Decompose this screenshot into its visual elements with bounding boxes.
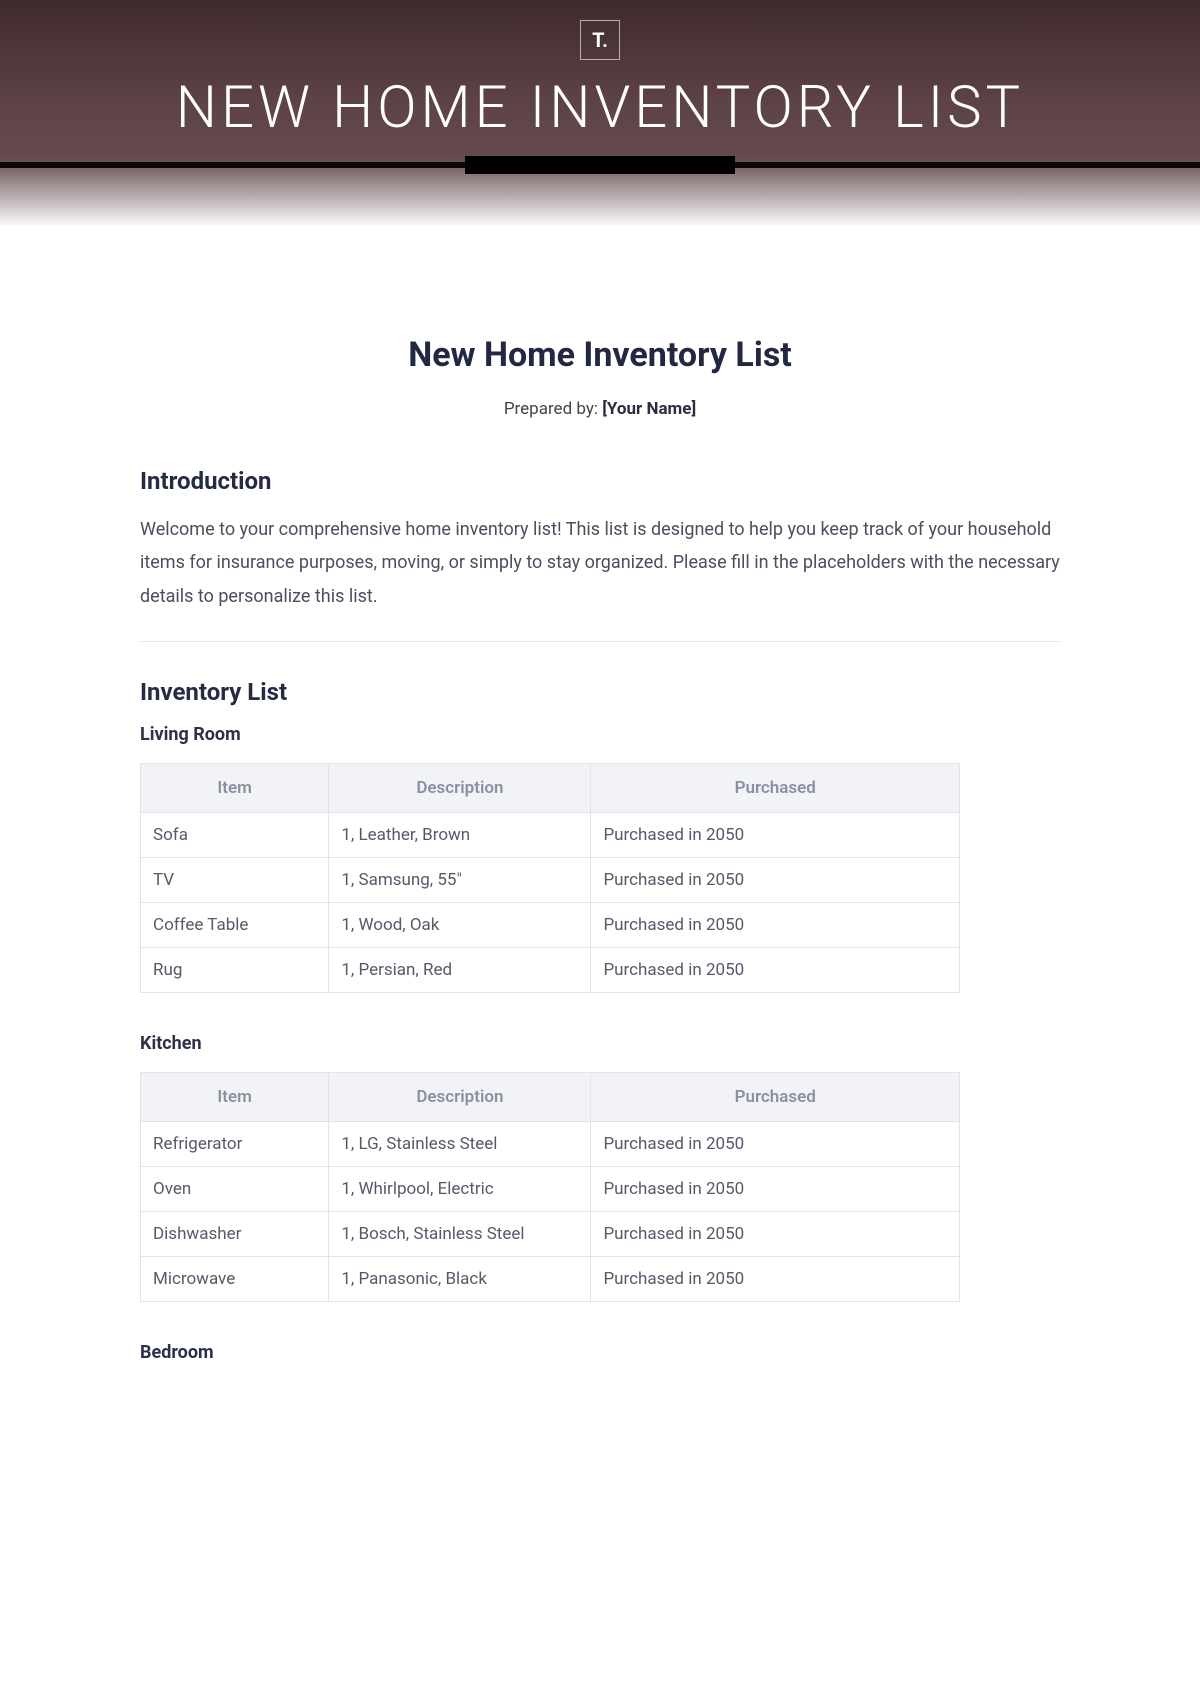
table-cell: Purchased in 2050 xyxy=(591,1166,960,1211)
table-row: TV1, Samsung, 55"Purchased in 2050 xyxy=(141,857,960,902)
table-cell: Sofa xyxy=(141,812,329,857)
introduction-heading: Introduction xyxy=(140,467,1060,495)
prepared-by-prefix: Prepared by: xyxy=(504,399,602,419)
introduction-body: Welcome to your comprehensive home inven… xyxy=(140,513,1060,613)
table-header-cell: Item xyxy=(141,1072,329,1121)
table-row: Microwave1, Panasonic, BlackPurchased in… xyxy=(141,1256,960,1301)
table-cell: 1, Samsung, 55" xyxy=(329,857,591,902)
table-cell: Dishwasher xyxy=(141,1211,329,1256)
table-cell: TV xyxy=(141,857,329,902)
table-header-cell: Purchased xyxy=(591,763,960,812)
table-cell: Purchased in 2050 xyxy=(591,1256,960,1301)
table-row: Coffee Table1, Wood, OakPurchased in 205… xyxy=(141,902,960,947)
table-cell: Purchased in 2050 xyxy=(591,857,960,902)
inventory-table: ItemDescriptionPurchasedRefrigerator1, L… xyxy=(140,1072,960,1302)
table-row: Sofa1, Leather, BrownPurchased in 2050 xyxy=(141,812,960,857)
prepared-by-name: [Your Name] xyxy=(602,399,696,419)
inventory-table-wrap: ItemDescriptionPurchasedRefrigerator1, L… xyxy=(140,1072,960,1302)
table-header-cell: Description xyxy=(329,1072,591,1121)
table-cell: Microwave xyxy=(141,1256,329,1301)
table-cell: Coffee Table xyxy=(141,902,329,947)
inventory-table: ItemDescriptionPurchasedSofa1, Leather, … xyxy=(140,763,960,993)
table-cell: 1, Panasonic, Black xyxy=(329,1256,591,1301)
table-row: Dishwasher1, Bosch, Stainless SteelPurch… xyxy=(141,1211,960,1256)
table-cell: 1, Leather, Brown xyxy=(329,812,591,857)
banner-title: NEW HOME INVENTORY LIST xyxy=(0,74,1200,142)
table-cell: 1, Whirlpool, Electric xyxy=(329,1166,591,1211)
table-row: Refrigerator1, LG, Stainless SteelPurcha… xyxy=(141,1121,960,1166)
table-cell: Refrigerator xyxy=(141,1121,329,1166)
table-cell: 1, Wood, Oak xyxy=(329,902,591,947)
table-cell: Purchased in 2050 xyxy=(591,812,960,857)
table-cell: Oven xyxy=(141,1166,329,1211)
room-heading: Kitchen xyxy=(140,1033,1060,1054)
room-heading: Living Room xyxy=(140,724,1060,745)
table-cell: Purchased in 2050 xyxy=(591,1211,960,1256)
table-header-cell: Item xyxy=(141,763,329,812)
table-cell: Purchased in 2050 xyxy=(591,902,960,947)
section-divider xyxy=(140,641,1060,642)
table-cell: 1, LG, Stainless Steel xyxy=(329,1121,591,1166)
room-heading: Bedroom xyxy=(140,1342,1060,1363)
brand-logo: T. xyxy=(580,20,620,60)
inventory-heading: Inventory List xyxy=(140,678,1060,706)
table-row: Rug1, Persian, RedPurchased in 2050 xyxy=(141,947,960,992)
table-row: Oven1, Whirlpool, ElectricPurchased in 2… xyxy=(141,1166,960,1211)
table-cell: 1, Bosch, Stainless Steel xyxy=(329,1211,591,1256)
table-header-cell: Description xyxy=(329,763,591,812)
table-cell: Purchased in 2050 xyxy=(591,1121,960,1166)
table-cell: Purchased in 2050 xyxy=(591,947,960,992)
inventory-table-wrap: ItemDescriptionPurchasedSofa1, Leather, … xyxy=(140,763,960,993)
rooms-container: Living RoomItemDescriptionPurchasedSofa1… xyxy=(140,724,1060,1363)
document-body: New Home Inventory List Prepared by: [Yo… xyxy=(80,225,1120,1421)
document-title: New Home Inventory List xyxy=(140,335,1060,375)
table-cell: Rug xyxy=(141,947,329,992)
table-header-cell: Purchased xyxy=(591,1072,960,1121)
table-cell: 1, Persian, Red xyxy=(329,947,591,992)
prepared-by-line: Prepared by: [Your Name] xyxy=(140,399,1060,419)
banner-underline-thick xyxy=(465,156,735,174)
banner: T. NEW HOME INVENTORY LIST xyxy=(0,0,1200,225)
